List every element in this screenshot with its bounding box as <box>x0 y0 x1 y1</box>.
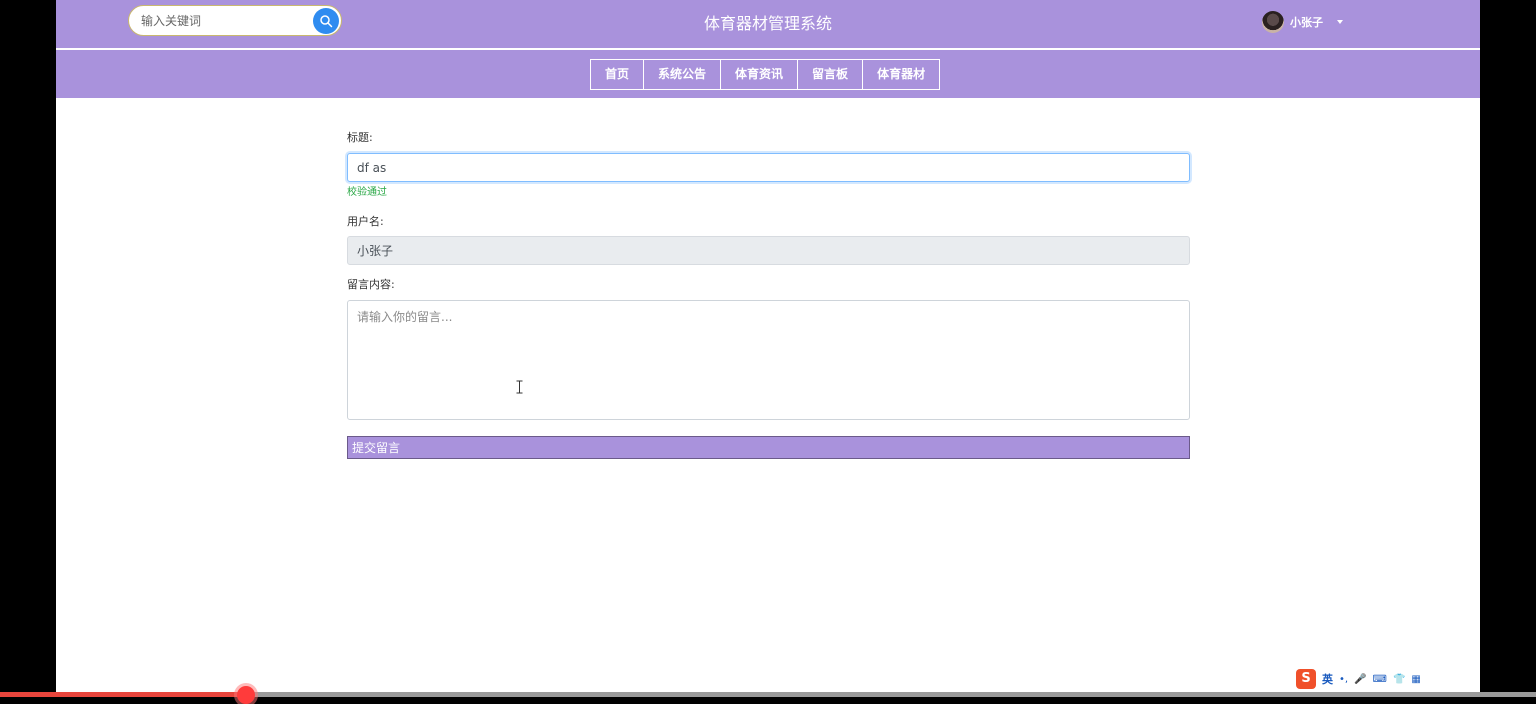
ime-toolbar[interactable]: S 英 •, 🎤 ⌨ 👕 ▦ <box>1296 668 1421 690</box>
nav-item-home[interactable]: 首页 <box>590 59 645 90</box>
title-input[interactable] <box>347 153 1190 182</box>
nav-item-sports-news[interactable]: 体育资讯 <box>720 59 799 90</box>
recording-progress <box>0 692 246 697</box>
nav-item-announcements[interactable]: 系统公告 <box>643 59 722 90</box>
submit-message-button[interactable]: 提交留言 <box>347 436 1190 459</box>
top-header: 体育器材管理系统 小张子 <box>56 0 1480 48</box>
username-label: 用户名: <box>347 215 384 228</box>
microphone-icon[interactable]: 🎤 <box>1354 674 1366 685</box>
record-indicator-icon[interactable] <box>237 686 255 704</box>
keyboard-icon[interactable]: ⌨ <box>1373 674 1387 685</box>
user-name: 小张子 <box>1290 16 1323 29</box>
main-nav: 首页 系统公告 体育资讯 留言板 体育器材 <box>590 59 941 90</box>
username-input[interactable] <box>347 236 1190 265</box>
message-textarea[interactable] <box>347 300 1190 420</box>
skin-icon[interactable]: 👕 <box>1393 674 1405 685</box>
title-valid-feedback: 校验通过 <box>347 187 387 198</box>
message-form: 标题: 校验通过 用户名: 留言内容: 提交留言 <box>347 130 1190 459</box>
content-label: 留言内容: <box>347 278 395 291</box>
chevron-down-icon <box>1337 20 1343 24</box>
nav-item-equipment[interactable]: 体育器材 <box>862 59 941 90</box>
text-cursor-icon <box>516 380 523 394</box>
page: 体育器材管理系统 小张子 首页 系统公告 体育资讯 留言板 体育器材 标题: 校… <box>56 0 1480 697</box>
nav-item-message-board[interactable]: 留言板 <box>797 59 864 90</box>
avatar <box>1262 11 1284 33</box>
ime-language[interactable]: 英 <box>1322 671 1333 687</box>
title-label: 标题: <box>347 131 373 144</box>
punctuation-icon[interactable]: •, <box>1339 674 1348 685</box>
user-menu[interactable]: 小张子 <box>1262 10 1343 34</box>
toolbox-icon[interactable]: ▦ <box>1411 674 1420 685</box>
ime-logo-icon: S <box>1296 669 1316 689</box>
